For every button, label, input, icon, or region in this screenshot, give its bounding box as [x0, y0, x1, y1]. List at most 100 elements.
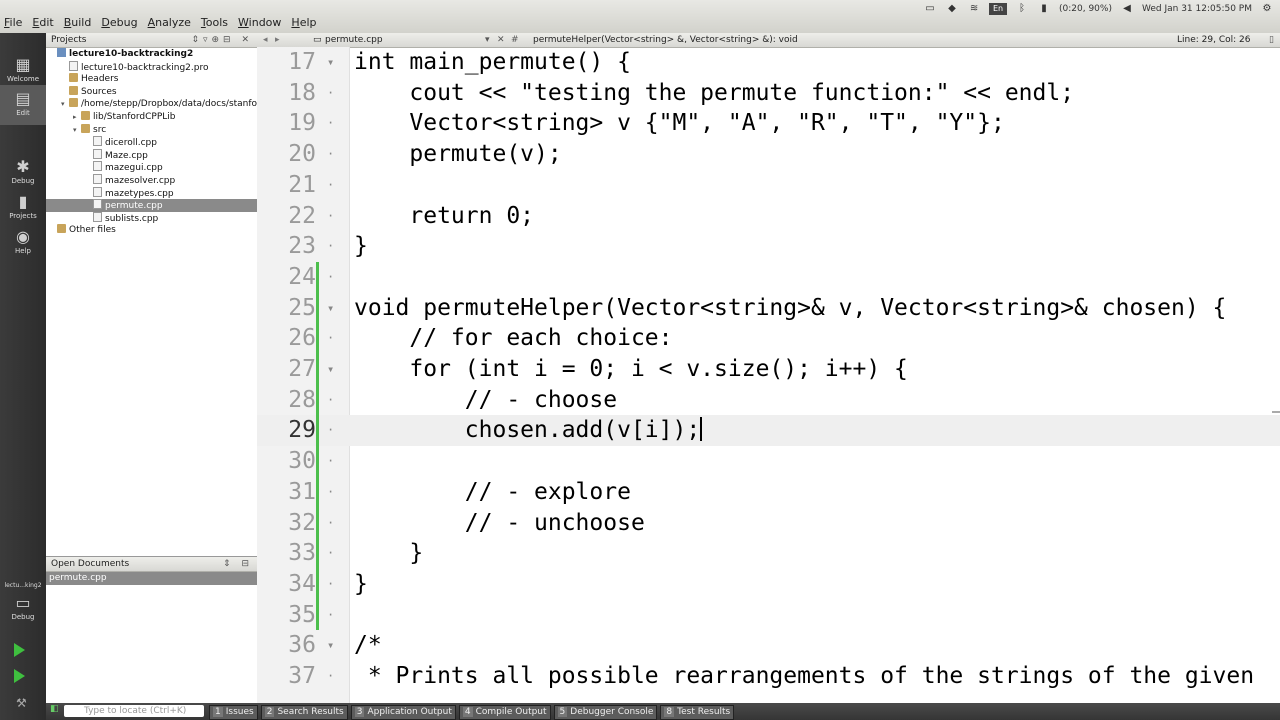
code-line[interactable]: 29 · chosen.add(v[i]);: [257, 415, 1280, 447]
menu-file[interactable]: File: [4, 16, 22, 29]
mode-edit[interactable]: ▤ Edit: [0, 85, 46, 125]
expand-arrow-icon[interactable]: ▸: [73, 111, 81, 124]
mode-projects[interactable]: ▮ Projects: [0, 188, 46, 228]
tree-item[interactable]: lecture10-backtracking2.pro: [46, 60, 257, 74]
code-line[interactable]: 36 ▾ /*: [257, 630, 1280, 661]
tree-item[interactable]: ▸ lib/StanfordCPPLib: [46, 110, 257, 124]
output-tab-number: 2: [264, 707, 275, 717]
tree-item-label: sublists.cpp: [105, 213, 159, 224]
code-line[interactable]: 28 · // - choose: [257, 385, 1280, 416]
open-documents-tools[interactable]: ⇕ ⊟: [223, 557, 253, 571]
tree-item[interactable]: Maze.cpp: [46, 148, 257, 162]
menu-analyze[interactable]: Analyze: [148, 16, 191, 29]
battery-status[interactable]: (0:20, 90%): [1059, 4, 1112, 14]
wifi-icon[interactable]: ≋: [967, 3, 981, 15]
build-hammer-icon[interactable]: ⚒: [16, 696, 27, 710]
menu-debug[interactable]: Debug: [101, 16, 137, 29]
code-line[interactable]: 30 ·: [257, 446, 1280, 477]
volume-icon[interactable]: ◀: [1120, 3, 1134, 15]
open-file-dropdown[interactable]: permute.cpp: [325, 33, 383, 47]
menu-window[interactable]: Window: [238, 16, 281, 29]
menu-build[interactable]: Build: [64, 16, 92, 29]
tree-item[interactable]: Headers: [46, 73, 257, 86]
output-tab[interactable]: 3 Application Output: [350, 705, 456, 720]
code-line[interactable]: 20 · permute(v);: [257, 139, 1280, 170]
locator-input[interactable]: Type to locate (Ctrl+K): [64, 705, 204, 717]
code-line[interactable]: 21 ·: [257, 170, 1280, 201]
folder-icon: [57, 224, 66, 234]
output-tab[interactable]: 4 Compile Output: [458, 705, 551, 720]
split-icon[interactable]: ▯: [1269, 33, 1274, 47]
back-arrow-icon[interactable]: ◂: [263, 33, 268, 47]
mode-help[interactable]: ◉ Help: [0, 223, 46, 263]
tree-item[interactable]: mazetypes.cpp: [46, 186, 257, 200]
tree-item[interactable]: permute.cpp: [46, 199, 257, 212]
code-line[interactable]: 37 · * Prints all possible rearrangements…: [257, 661, 1280, 692]
tree-item[interactable]: ▾ src: [46, 123, 257, 137]
output-tab[interactable]: 5 Debugger Console: [553, 705, 658, 720]
forward-arrow-icon[interactable]: ▸: [275, 33, 280, 47]
code-line[interactable]: 17 ▾ int main_permute() {: [257, 47, 1280, 78]
code-line[interactable]: 23 ·}: [257, 231, 1280, 262]
clock[interactable]: Wed Jan 31 12:05:50 PM: [1142, 4, 1252, 14]
code-line[interactable]: 31 · // - explore: [257, 477, 1280, 508]
tree-item[interactable]: mazesolver.cpp: [46, 173, 257, 187]
output-tab-number: 1: [213, 707, 223, 717]
output-tab[interactable]: 2 Search Results: [260, 705, 348, 720]
code-line[interactable]: 18 · cout << "testing the permute functio…: [257, 78, 1280, 109]
battery-icon[interactable]: ▮: [1037, 3, 1051, 15]
menu-tools[interactable]: Tools: [201, 16, 228, 29]
tree-item[interactable]: Sources: [46, 85, 257, 99]
toggle-sidebar-icon[interactable]: ◧: [50, 704, 59, 714]
open-document-item[interactable]: permute.cpp: [46, 572, 257, 585]
dropbox-icon[interactable]: ◆: [945, 3, 959, 15]
output-tab[interactable]: 1 Issues: [209, 705, 258, 720]
debug-run-icon[interactable]: [14, 669, 25, 683]
tree-item[interactable]: Other files: [46, 224, 257, 237]
code-line[interactable]: 27 ▾ for (int i = 0; i < v.size(); i++) {: [257, 354, 1280, 385]
code-line[interactable]: 32 · // - unchoose: [257, 508, 1280, 539]
panel-tools[interactable]: ⇕▿⊕⊟ ✕: [191, 33, 253, 47]
close-file-icon[interactable]: ✕: [497, 33, 505, 47]
code-line[interactable]: 34 ·}: [257, 569, 1280, 600]
folder-icon: [69, 98, 78, 108]
menu-help[interactable]: Help: [291, 16, 316, 29]
bluetooth-icon[interactable]: ᛒ: [1015, 3, 1029, 15]
tree-item[interactable]: sublists.cpp: [46, 211, 257, 225]
mode-debug[interactable]: ✱ Debug: [0, 153, 46, 193]
code-line[interactable]: 35 ·: [257, 600, 1280, 631]
code-text: }: [354, 540, 424, 567]
tree-item[interactable]: mazegui.cpp: [46, 161, 257, 174]
fold-marker-icon[interactable]: ▾: [327, 293, 334, 324]
expand-arrow-icon[interactable]: ▾: [61, 98, 69, 111]
code-line[interactable]: 24 ·: [257, 262, 1280, 293]
fold-marker-icon[interactable]: ▾: [327, 354, 334, 385]
code-editor[interactable]: 17 ▾ int main_permute() {18 · cout << "test…: [257, 47, 1280, 703]
code-line[interactable]: 26 · // for each choice:: [257, 323, 1280, 354]
tree-item[interactable]: ▾ /home/stepp/Dropbox/data/docs/stanford: [46, 98, 257, 111]
output-tab[interactable]: 8 Test Results: [660, 705, 735, 720]
settings-gear-icon[interactable]: ⚙: [1260, 3, 1274, 15]
expand-arrow-icon[interactable]: ▾: [73, 124, 81, 137]
tree-item-label: permute.cpp: [105, 201, 163, 212]
tree-item[interactable]: diceroll.cpp: [46, 136, 257, 149]
line-number: 27: [288, 356, 316, 382]
code-line[interactable]: 22 · return 0;: [257, 201, 1280, 232]
kit-selector[interactable]: lectu...king2 ▭ Debug: [0, 578, 46, 628]
run-icon[interactable]: [14, 643, 25, 657]
output-tabs: 1 Issues 2 Search Results 3 Application Outpu…: [209, 705, 735, 720]
menu-edit[interactable]: Edit: [32, 16, 53, 29]
code-line[interactable]: 19 · Vector<string> v {"M", "A", "R", "T"…: [257, 108, 1280, 139]
keyboard-layout-indicator[interactable]: En: [989, 3, 1008, 15]
fold-marker-icon[interactable]: ▾: [327, 47, 334, 78]
menu-bar: File Edit Build Debug Analyze Tools Window Help…: [0, 0, 1280, 34]
code-line[interactable]: 33 · }: [257, 538, 1280, 569]
dropdown-arrow-icon[interactable]: ▾: [485, 33, 490, 47]
tree-item[interactable]: lecture10-backtracking2: [46, 48, 257, 61]
file-icon: [93, 173, 102, 184]
tree-item-label: lecture10-backtracking2: [69, 49, 194, 59]
window-icon[interactable]: ▭: [923, 3, 937, 15]
symbol-dropdown[interactable]: permuteHelper(Vector<string> &, Vector<s…: [533, 33, 798, 47]
code-line[interactable]: 25 ▾ void permuteHelper(Vector<string>& v,…: [257, 293, 1280, 324]
fold-marker-icon[interactable]: ▾: [327, 630, 334, 661]
